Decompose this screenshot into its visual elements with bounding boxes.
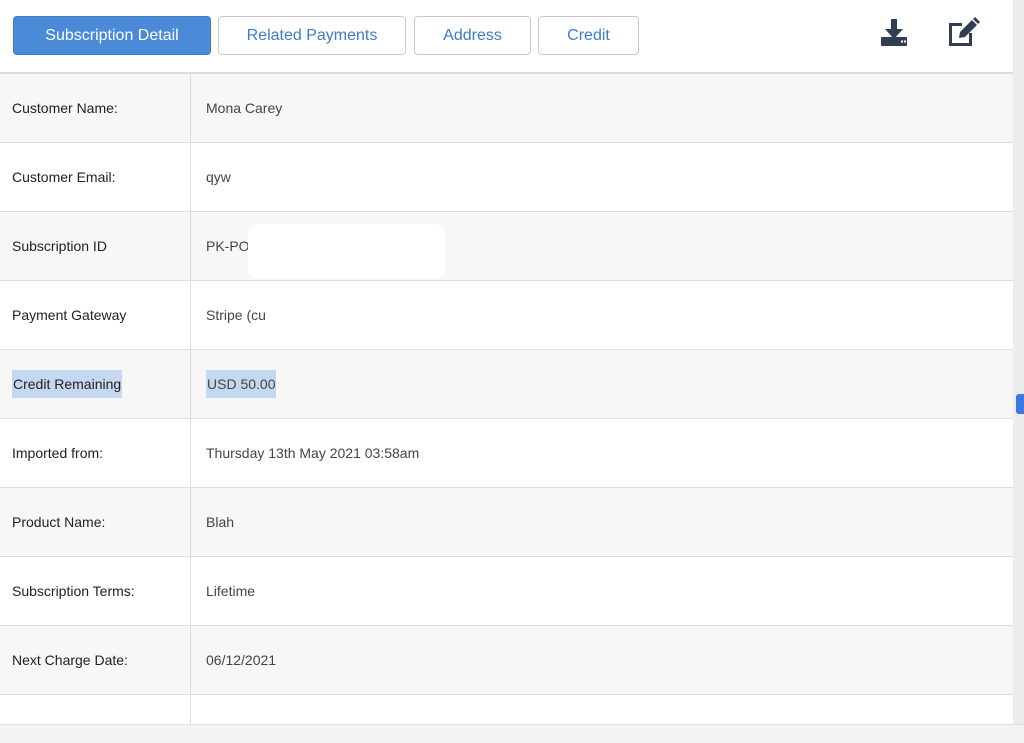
table-row: Credit Remaining USD 50.00 [0, 350, 1013, 419]
row-label: Imported from: [0, 419, 191, 487]
table-row: Product Name: Blah [0, 488, 1013, 557]
download-icon[interactable] [876, 14, 912, 50]
tab-related-payments[interactable]: Related Payments [218, 16, 406, 55]
row-value: qyw [206, 169, 231, 185]
table-row: Subscription Terms: Lifetime [0, 557, 1013, 626]
tab-credit[interactable]: Credit [538, 16, 639, 55]
table-row: Customer Email: qyw [0, 143, 1013, 212]
tab-subscription-detail[interactable]: Subscription Detail [13, 16, 211, 55]
row-label: Credit Remaining [0, 350, 191, 418]
highlighted-label: Credit Remaining [12, 370, 123, 398]
highlighted-value: USD 50.00 [206, 370, 277, 398]
scrollbar-track[interactable] [1013, 0, 1024, 742]
row-label: Subscription Status: [0, 695, 191, 724]
row-label: Subscription ID [0, 212, 191, 280]
table-row: Imported from: Thursday 13th May 2021 03… [0, 419, 1013, 488]
row-value: Lifetime [206, 583, 256, 599]
row-value: Active [191, 695, 1013, 724]
redaction-mask [248, 224, 445, 279]
row-label: Next Charge Date: [0, 626, 191, 694]
table-row: Subscription ID PK-PO [0, 212, 1013, 281]
row-value: Stripe (cu [206, 307, 266, 323]
subscription-detail-table: Customer Name: Mona Carey Customer Email… [0, 72, 1013, 724]
row-value: USD 50.00 [191, 350, 1013, 418]
table-row: Customer Name: Mona Carey [0, 74, 1013, 143]
table-row: Payment Gateway Stripe (cu [0, 281, 1013, 350]
row-label: Product Name: [0, 488, 191, 556]
row-label: Payment Gateway [0, 281, 191, 349]
row-value: Mona Carey [206, 100, 283, 116]
row-label: Subscription Terms: [0, 557, 191, 625]
row-label: Customer Name: [0, 74, 191, 142]
table-row: Next Charge Date: 06/12/2021 [0, 626, 1013, 695]
row-value: PK-PO [191, 212, 1013, 280]
bottom-edge [0, 724, 1024, 743]
row-value: 06/12/2021 [206, 652, 277, 668]
row-value: Thursday 13th May 2021 03:58am [206, 445, 420, 461]
subscription-id-value: PK-PO [206, 238, 250, 254]
side-widget-tab[interactable] [1016, 394, 1024, 414]
toolbar: Subscription Detail Related Payments Add… [0, 0, 1013, 72]
row-label: Customer Email: [0, 143, 191, 211]
edit-icon[interactable] [945, 14, 981, 50]
tab-address[interactable]: Address [414, 16, 531, 55]
row-value: Blah [206, 514, 235, 530]
table-row: Subscription Status: Active [0, 695, 1013, 724]
